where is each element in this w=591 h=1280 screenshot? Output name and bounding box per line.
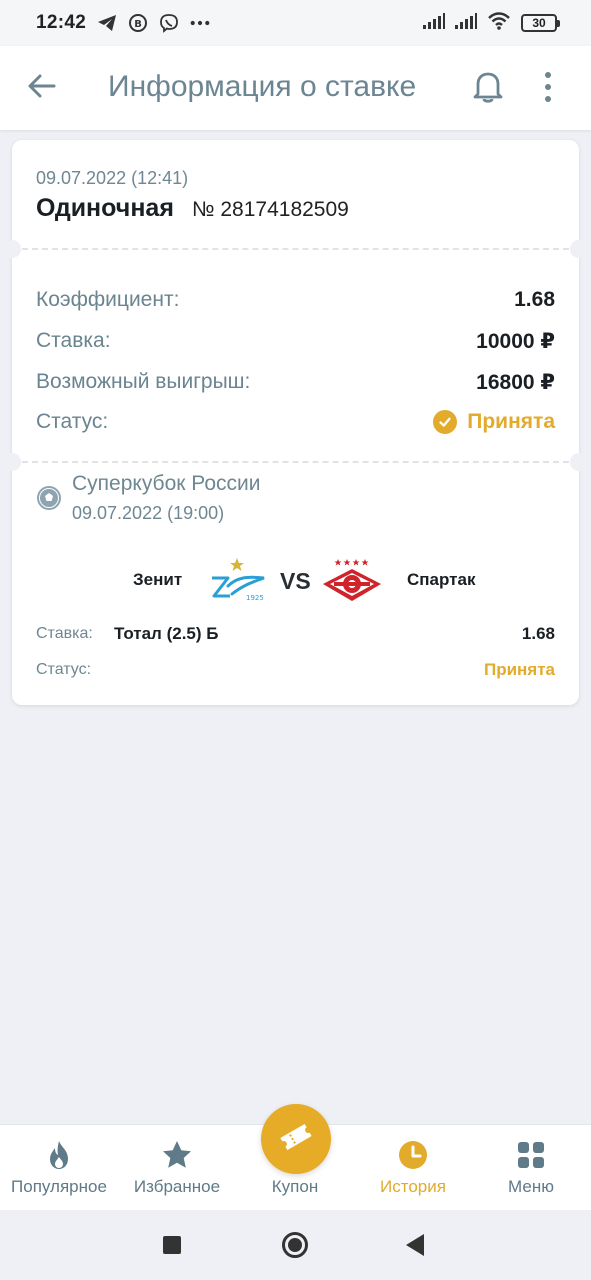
battery-icon: 30 (521, 14, 560, 32)
nav-menu[interactable]: Меню (472, 1125, 590, 1211)
win-row: Возможный выигрыш: 16800 ₽ (36, 370, 555, 400)
wifi-icon (487, 11, 511, 35)
stake-value: 10000 ₽ (476, 330, 555, 353)
stake-label: Ставка: (36, 329, 111, 352)
vs-label: VS (280, 568, 311, 594)
home-icon[interactable] (282, 1232, 308, 1258)
card-notch (3, 240, 21, 258)
status-bar: 12:42 B 30 (0, 0, 591, 46)
signal-icon (455, 12, 477, 34)
card-notch (570, 453, 588, 471)
win-value: 16800 ₽ (476, 371, 555, 394)
soccer-ball-icon (36, 485, 62, 511)
svg-text:B: B (134, 19, 142, 30)
back-arrow-icon[interactable] (26, 70, 58, 102)
status-row: Статус: Принята (36, 410, 555, 440)
nav-label: Купон (271, 1177, 319, 1196)
coef-value: 1.68 (514, 288, 555, 311)
divider (22, 461, 569, 463)
divider (22, 248, 569, 250)
status-label: Статус: (36, 410, 109, 433)
telegram-icon (97, 13, 117, 33)
status-value-wrap: Принята (433, 410, 555, 434)
event-status-value: Принята (483, 660, 555, 679)
nav-favorites[interactable]: Избранное (118, 1125, 236, 1211)
nav-label: Избранное (133, 1177, 221, 1196)
spartak-logo (321, 556, 383, 604)
league-name: Суперкубок России (72, 472, 261, 495)
card-notch (570, 240, 588, 258)
bell-icon[interactable] (471, 68, 505, 104)
bet-type: Одиночная (36, 194, 174, 222)
coef-row: Коэффициент: 1.68 (36, 288, 555, 318)
clock-icon (397, 1139, 429, 1171)
status-value: Принята (467, 410, 555, 433)
bet-date: 09.07.2022 (12:41) (36, 168, 189, 188)
fire-icon (43, 1139, 75, 1171)
nav-label: История (380, 1177, 446, 1196)
bet-card: 09.07.2022 (12:41) Одиночная № 281741825… (3, 140, 588, 705)
event-stake-value: Тотал (2.5) Б (114, 624, 219, 643)
app-header: Информация о ставке (0, 46, 591, 130)
team1-name: Зенит (133, 570, 183, 589)
more-dots-icon (190, 13, 210, 33)
more-vertical-icon[interactable] (538, 70, 558, 104)
nav-label: Популярное (11, 1177, 107, 1196)
card-notch (3, 453, 21, 471)
win-label: Возможный выигрыш: (36, 370, 251, 393)
bet-number: № 28174182509 (192, 198, 349, 221)
system-back-icon[interactable] (406, 1234, 424, 1256)
viber-icon (159, 13, 179, 33)
status-time: 12:42 (36, 12, 87, 33)
event-odds: 1.68 (521, 624, 555, 643)
stake-row: Ставка: 10000 ₽ (36, 329, 555, 359)
coupon-button[interactable] (261, 1104, 331, 1174)
event-stake-label: Ставка: (36, 625, 93, 642)
event-status-label: Статус: (36, 661, 92, 678)
zenit-logo: 1925 (206, 556, 268, 604)
ticket-icon (278, 1119, 314, 1160)
event-date: 09.07.2022 (19:00) (72, 503, 225, 523)
grid-icon (515, 1139, 547, 1171)
check-circle-icon (433, 410, 458, 434)
system-nav-bar (0, 1210, 591, 1280)
recent-apps-icon[interactable] (163, 1236, 181, 1254)
svg-text:1925: 1925 (246, 594, 264, 602)
coef-label: Коэффициент: (36, 288, 180, 311)
team2-name: Спартак (407, 570, 476, 589)
nav-label: Меню (508, 1177, 554, 1196)
star-icon (161, 1139, 193, 1171)
b-circle-icon: B (128, 13, 148, 33)
signal-icon (423, 12, 445, 34)
nav-history[interactable]: История (354, 1125, 472, 1211)
nav-popular[interactable]: Популярное (0, 1125, 118, 1211)
page-title: Информация о ставке (108, 70, 417, 103)
